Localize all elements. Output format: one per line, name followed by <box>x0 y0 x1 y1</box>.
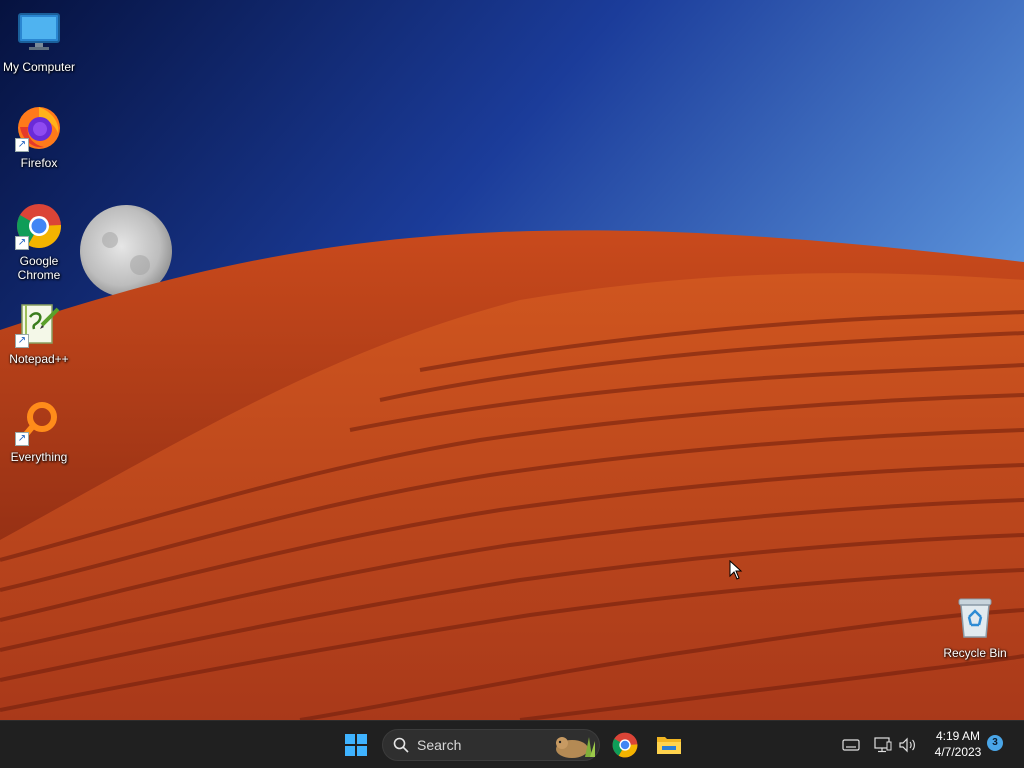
network-icon <box>874 737 892 753</box>
volume-button[interactable] <box>898 735 918 755</box>
taskbar-search-box[interactable]: Search <box>382 729 600 761</box>
taskbar-chrome-button[interactable] <box>609 729 641 761</box>
search-highlight-illustration-icon <box>556 737 595 758</box>
desktop-icon-everything[interactable]: ↗ Everything <box>0 398 78 464</box>
monitor-icon <box>15 8 63 56</box>
everything-search-icon: ↗ <box>15 398 63 446</box>
chrome-icon <box>612 732 638 758</box>
desktop-icon-firefox[interactable]: ↗ Firefox <box>0 104 78 170</box>
desktop-icon-label: Everything <box>10 450 68 464</box>
taskbar-file-explorer-button[interactable] <box>653 729 685 761</box>
shortcut-arrow-icon: ↗ <box>15 138 29 152</box>
desktop-icon-google-chrome[interactable]: ↗ Google Chrome <box>0 202 78 282</box>
shortcut-arrow-icon: ↗ <box>15 236 29 250</box>
taskbar: Search 4:19 AM 4/7/2023 <box>0 720 1024 768</box>
shortcut-arrow-icon: ↗ <box>15 334 29 348</box>
network-status-button[interactable] <box>873 735 893 755</box>
start-button[interactable] <box>340 729 372 761</box>
desktop-icon-label: Google Chrome <box>17 254 61 282</box>
shortcut-arrow-icon: ↗ <box>15 432 29 446</box>
desktop[interactable]: My Computer ↗ Firefox ↗ Google Chrome ↗ … <box>0 0 1024 720</box>
clock-time: 4:19 AM <box>935 729 981 743</box>
recycle-bin-icon <box>951 594 999 642</box>
desktop-icon-label: My Computer <box>2 60 76 74</box>
firefox-icon: ↗ <box>15 104 63 152</box>
search-label: Search <box>417 737 462 753</box>
touch-keyboard-icon <box>842 739 860 751</box>
mouse-cursor-icon <box>729 560 743 580</box>
taskbar-clock[interactable]: 4:19 AM 4/7/2023 <box>928 728 988 760</box>
search-icon <box>393 737 409 753</box>
desktop-icon-my-computer[interactable]: My Computer <box>0 8 78 74</box>
desktop-icon-label: Recycle Bin <box>943 646 1007 660</box>
notepadpp-icon: ↗ <box>15 300 63 348</box>
chrome-icon: ↗ <box>15 202 63 250</box>
desktop-icon-notepadpp[interactable]: ↗ Notepad++ <box>0 300 78 366</box>
volume-icon <box>899 737 915 753</box>
desktop-icon-recycle-bin[interactable]: Recycle Bin <box>936 594 1014 660</box>
start-windows-icon <box>345 734 367 756</box>
clock-date: 4/7/2023 <box>934 745 982 759</box>
notification-count-badge[interactable]: 3 <box>987 735 1003 751</box>
file-explorer-icon <box>657 737 681 754</box>
desktop-icon-label: Firefox <box>20 156 58 170</box>
desktop-icon-label: Notepad++ <box>9 352 69 366</box>
wallpaper-desert-dune <box>0 0 1024 720</box>
touch-keyboard-button[interactable] <box>841 735 861 755</box>
